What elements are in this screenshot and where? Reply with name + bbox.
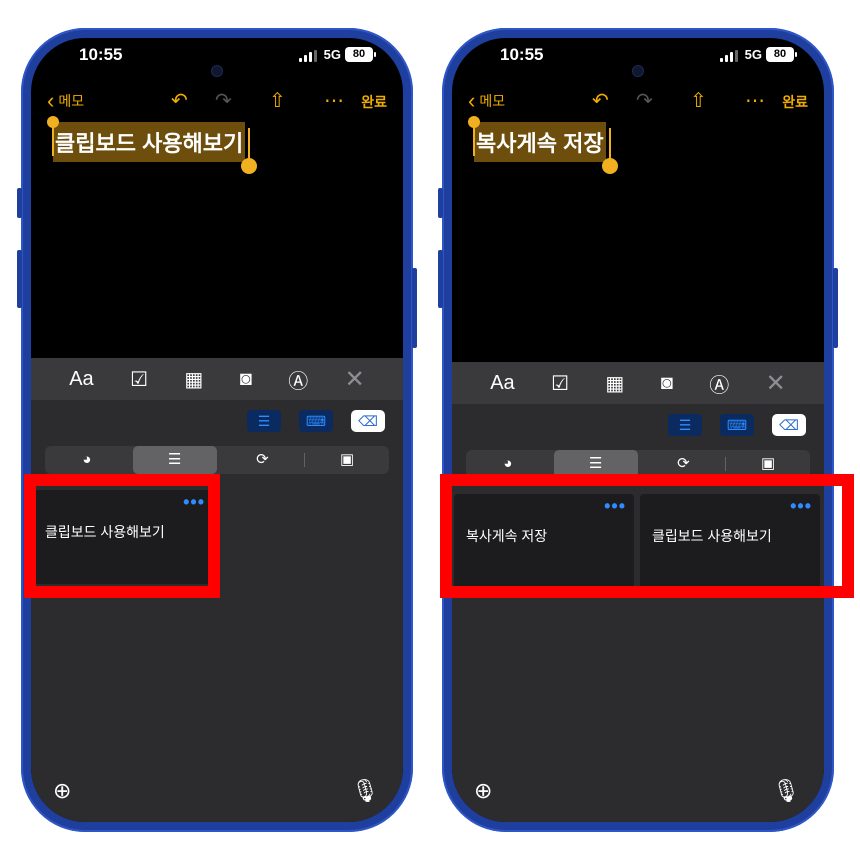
note-title[interactable]: 클립보드 사용해보기 (53, 122, 246, 162)
network-label: 5G (323, 47, 341, 62)
camera-dot (212, 66, 222, 76)
undo-icon[interactable]: ↶ (592, 90, 609, 112)
screen: 10:55 5G 80 ‹ 메모 ↶ ↷ ⇧ ⋯ 완료 클립보드 사용해보기 A… (31, 38, 403, 822)
power-button[interactable] (412, 268, 417, 348)
selection-end-handle[interactable] (601, 128, 618, 174)
note-title-selection[interactable]: 복사게속 저장 (468, 116, 618, 174)
list-view-icon[interactable]: ☰ (668, 414, 702, 436)
format-button[interactable]: Aa (490, 372, 514, 395)
battery-icon: 80 (345, 47, 376, 62)
undo-icon[interactable]: ↶ (171, 90, 188, 112)
power-button[interactable] (833, 268, 838, 348)
volume-button[interactable] (17, 250, 22, 308)
markup-icon[interactable]: Ⓐ (288, 365, 308, 394)
highlight-box-right (440, 474, 854, 598)
selection-start-handle[interactable] (47, 116, 59, 156)
done-button[interactable]: 완료 (361, 92, 387, 112)
camera-icon[interactable]: ◙ (661, 372, 673, 395)
checklist-icon[interactable]: ☑ (551, 371, 569, 396)
close-icon[interactable]: ✕ (766, 369, 786, 398)
signal-icon (299, 50, 317, 62)
delete-icon[interactable]: ⌫ (351, 410, 385, 432)
done-button[interactable]: 완료 (782, 92, 808, 112)
table-icon[interactable]: ▦ (184, 367, 203, 392)
share-icon[interactable]: ⇧ (690, 90, 707, 112)
more-icon[interactable]: ⋯ (745, 90, 765, 112)
volume-button[interactable] (438, 250, 443, 308)
battery-icon: 80 (766, 47, 797, 62)
phone-right: 10:55 5G 80 ‹ 메모 ↶ ↷ ⇧ ⋯ 완료 복사게속 저장 Aa ☑ (438, 28, 838, 832)
tab-photos-icon[interactable]: ▣ (305, 446, 389, 474)
highlight-box-left (24, 474, 220, 598)
nav-bar: ‹ 메모 ↶ ↷ ⇧ ⋯ 완료 (452, 88, 824, 118)
tab-sync-icon[interactable]: ⟳ (221, 446, 305, 474)
screen: 10:55 5G 80 ‹ 메모 ↶ ↷ ⇧ ⋯ 완료 복사게속 저장 Aa ☑ (452, 38, 824, 822)
redo-icon[interactable]: ↷ (215, 90, 232, 112)
tab-recent-icon[interactable]: ◕ (45, 446, 129, 474)
network-label: 5G (744, 47, 762, 62)
signal-icon (720, 50, 738, 62)
selection-end-handle[interactable] (241, 128, 258, 174)
format-toolbar: Aa ☑ ▦ ◙ Ⓐ ✕ (452, 362, 824, 404)
keyboard-icon[interactable]: ⌨ (299, 410, 333, 432)
close-icon[interactable]: ✕ (345, 365, 365, 394)
globe-icon[interactable]: ⊕ (53, 778, 71, 804)
back-label: 메모 (479, 93, 506, 109)
markup-icon[interactable]: Ⓐ (709, 369, 729, 398)
nav-bar: ‹ 메모 ↶ ↷ ⇧ ⋯ 완료 (31, 88, 403, 118)
camera-dot (633, 66, 643, 76)
share-icon[interactable]: ⇧ (269, 90, 286, 112)
phone-left: 10:55 5G 80 ‹ 메모 ↶ ↷ ⇧ ⋯ 완료 클립보드 사용해보기 A… (17, 28, 417, 832)
more-icon[interactable]: ⋯ (324, 90, 344, 112)
keyboard-icon[interactable]: ⌨ (720, 414, 754, 436)
format-toolbar: Aa ☑ ▦ ◙ Ⓐ ✕ (31, 358, 403, 400)
back-button[interactable]: ‹ 메모 (468, 90, 505, 112)
tab-list-icon[interactable]: ☰ (132, 446, 217, 474)
selection-start-handle[interactable] (468, 116, 480, 156)
note-title[interactable]: 복사게속 저장 (474, 122, 606, 162)
note-title-selection[interactable]: 클립보드 사용해보기 (47, 116, 258, 174)
mic-icon[interactable]: 🎙 (772, 778, 800, 804)
table-icon[interactable]: ▦ (605, 371, 624, 396)
camera-icon[interactable]: ◙ (240, 368, 252, 391)
globe-icon[interactable]: ⊕ (474, 778, 492, 804)
checklist-icon[interactable]: ☑ (130, 367, 148, 392)
back-button[interactable]: ‹ 메모 (47, 90, 84, 112)
mic-icon[interactable]: 🎙 (351, 778, 379, 804)
clipboard-tabs: ◕ ☰ ⟳ ▣ (45, 446, 389, 474)
action-button[interactable] (17, 188, 22, 218)
list-view-icon[interactable]: ☰ (247, 410, 281, 432)
delete-icon[interactable]: ⌫ (772, 414, 806, 436)
back-label: 메모 (58, 93, 85, 109)
chevron-left-icon: ‹ (47, 88, 55, 113)
status-time: 10:55 (500, 45, 544, 64)
clipboard-tools: ☰ ⌨ ⌫ (247, 410, 385, 432)
action-button[interactable] (438, 188, 443, 218)
status-time: 10:55 (79, 45, 123, 64)
clipboard-tools: ☰ ⌨ ⌫ (668, 414, 806, 436)
redo-icon[interactable]: ↷ (636, 90, 653, 112)
chevron-left-icon: ‹ (468, 88, 476, 113)
format-button[interactable]: Aa (69, 368, 93, 391)
